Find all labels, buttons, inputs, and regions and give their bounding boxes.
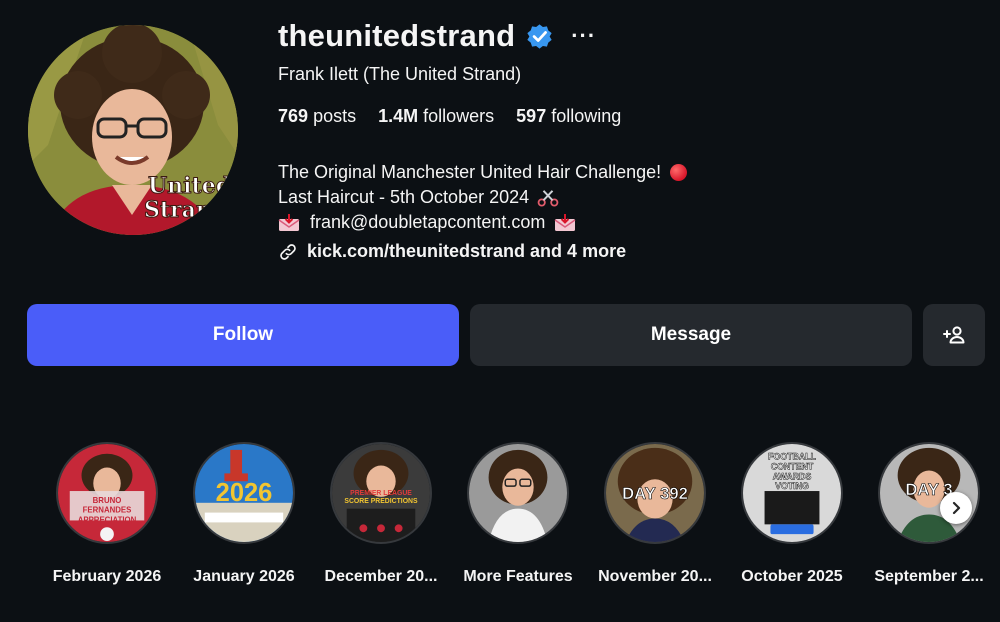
- bio-line-1: The Original Manchester United Hair Chal…: [278, 160, 688, 185]
- bio-text: The Original Manchester United Hair Chal…: [278, 162, 662, 182]
- svg-text:United: United: [148, 173, 231, 199]
- stat-label: followers: [423, 106, 495, 126]
- highlight-label: November 20...: [598, 568, 712, 585]
- stat-posts: 769 posts: [278, 106, 356, 127]
- username: theunitedstrand: [278, 18, 516, 53]
- highlight-thumbnail: DAY 3: [878, 442, 980, 544]
- highlight-thumbnail: 2026: [193, 442, 295, 544]
- highlight-thumbnail: FOOTBALL CONTENT AWARDS VOTING: [741, 442, 843, 544]
- scissors-icon: [537, 189, 559, 207]
- message-button[interactable]: Message: [470, 304, 912, 366]
- svg-text:CONTENT: CONTENT: [771, 461, 814, 471]
- incoming-envelope-icon: [278, 213, 300, 231]
- link-icon: [280, 243, 296, 260]
- suggested-accounts-button[interactable]: [923, 304, 985, 366]
- highlight-item[interactable]: FOOTBALL CONTENT AWARDS VOTING October 2…: [722, 442, 862, 586]
- profile-stats: 769 posts 1.4M followers 597 following: [278, 106, 621, 127]
- red-circle-icon: [670, 164, 688, 181]
- highlight-item[interactable]: DAY 3 September 2...: [859, 442, 999, 586]
- svg-text:SCORE PREDICTIONS: SCORE PREDICTIONS: [344, 498, 418, 505]
- verified-badge-icon: [527, 23, 552, 49]
- svg-text:BRUNO: BRUNO: [93, 496, 122, 505]
- bio-email[interactable]: frank@doubletapcontent.com: [310, 210, 545, 235]
- incoming-envelope-icon: [554, 213, 576, 231]
- highlight-thumbnail: DAY 392: [604, 442, 706, 544]
- highlight-label: More Features: [463, 568, 573, 585]
- profile-page: United Strand theunitedstrand ··· Frank …: [0, 0, 1000, 622]
- svg-text:APPRECIATION: APPRECIATION: [78, 515, 137, 524]
- add-person-icon: [943, 326, 965, 344]
- highlight-label: January 2026: [193, 568, 295, 585]
- svg-text:PREMIER LEAGUE: PREMIER LEAGUE: [350, 490, 412, 497]
- svg-text:VOTING: VOTING: [775, 481, 809, 491]
- profile-avatar[interactable]: United Strand: [28, 25, 238, 235]
- highlight-item[interactable]: BRUNO FERNANDES APPRECIATION February 20…: [37, 442, 177, 586]
- more-options-button[interactable]: ···: [567, 23, 600, 49]
- highlight-item[interactable]: 2026 January 2026: [174, 442, 314, 586]
- svg-text:2026: 2026: [216, 479, 273, 507]
- highlight-thumbnail: [467, 442, 569, 544]
- chevron-right-icon: [952, 501, 961, 515]
- svg-text:FERNANDES: FERNANDES: [83, 506, 132, 515]
- stat-value: 1.4M: [378, 106, 419, 126]
- highlights-next-button[interactable]: [940, 492, 972, 524]
- bio: The Original Manchester United Hair Chal…: [278, 160, 688, 235]
- svg-text:Strand: Strand: [144, 197, 227, 223]
- highlight-label: September 2...: [874, 568, 984, 585]
- full-name: Frank Ilett (The United Strand): [278, 64, 522, 84]
- story-highlights: BRUNO FERNANDES APPRECIATION February 20…: [0, 442, 1000, 602]
- stat-following[interactable]: 597 following: [516, 106, 621, 127]
- stat-label: following: [551, 106, 622, 126]
- bio-link-text: kick.com/theunitedstrand and 4 more: [307, 241, 627, 261]
- bio-line-3: frank@doubletapcontent.com: [278, 210, 687, 235]
- bio-line-2: Last Haircut - 5th October 2024: [278, 185, 687, 210]
- highlight-label: October 2025: [741, 568, 843, 585]
- highlight-label: February 2026: [52, 568, 162, 585]
- follow-button[interactable]: Follow: [27, 304, 459, 366]
- stat-value: 597: [516, 106, 547, 126]
- svg-text:FOOTBALL: FOOTBALL: [768, 452, 817, 462]
- highlight-thumbnail: BRUNO FERNANDES APPRECIATION: [56, 442, 158, 544]
- bio-text: Last Haircut - 5th October 2024: [278, 187, 530, 207]
- svg-text:DAY 392: DAY 392: [622, 484, 688, 503]
- highlight-item[interactable]: DAY 392 November 20...: [585, 442, 725, 586]
- highlight-label: December 20...: [324, 568, 438, 585]
- highlight-item[interactable]: PREMIER LEAGUE SCORE PREDICTIONS Decembe…: [311, 442, 451, 586]
- avatar-image: United Strand: [28, 25, 238, 235]
- highlight-item[interactable]: More Features: [448, 442, 588, 586]
- username-row: theunitedstrand ···: [278, 14, 600, 58]
- highlight-thumbnail: PREMIER LEAGUE SCORE PREDICTIONS: [330, 442, 432, 544]
- stat-followers[interactable]: 1.4M followers: [378, 106, 494, 127]
- stat-value: 769: [278, 106, 309, 126]
- stat-label: posts: [313, 106, 357, 126]
- svg-text:AWARDS: AWARDS: [773, 471, 812, 481]
- bio-link[interactable]: kick.com/theunitedstrand and 4 more: [278, 241, 626, 262]
